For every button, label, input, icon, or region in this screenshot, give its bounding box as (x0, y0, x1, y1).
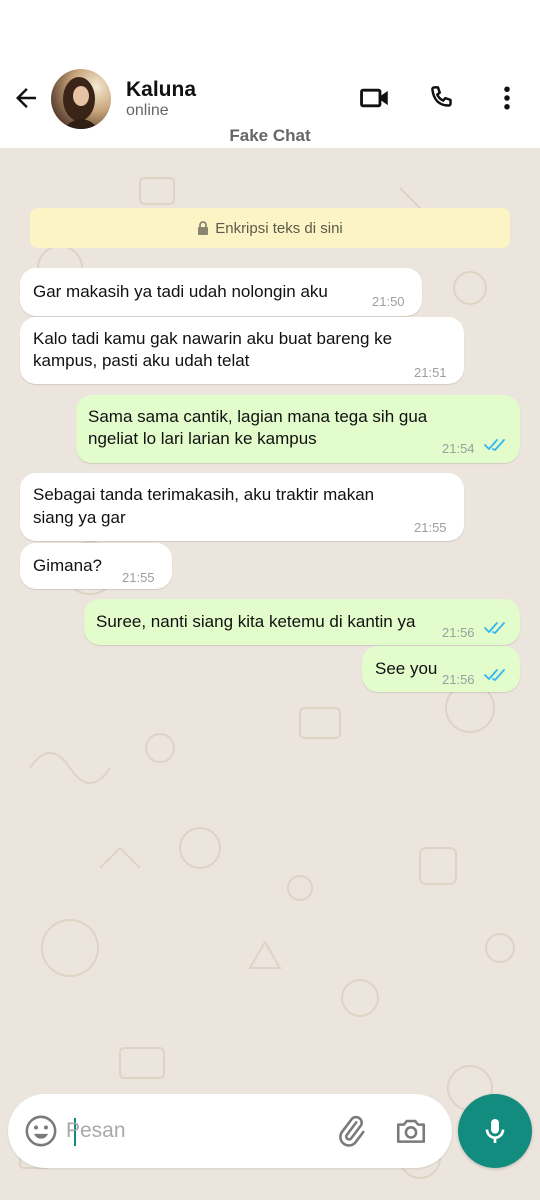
status-bar-area (0, 0, 540, 68)
contact-status: online (126, 102, 169, 119)
message-bubble-incoming[interactable]: Gar makasih ya tadi udah nolongin aku 21… (20, 268, 422, 316)
avatar[interactable] (51, 69, 111, 129)
message-text-line2: kampus, pasti aku udah telat (33, 351, 250, 370)
message-time: 21:55 (414, 520, 447, 535)
message-bubble-incoming[interactable]: Kalo tadi kamu gak nawarin aku buat bare… (20, 317, 464, 384)
chat-header: Kaluna online Fake Chat (0, 68, 540, 148)
encryption-banner[interactable]: Enkripsi teks di sini (30, 208, 510, 248)
message-bubble-outgoing[interactable]: Suree, nanti siang kita ketemu di kantin… (84, 599, 520, 645)
message-input[interactable] (66, 1114, 326, 1148)
message-time: 21:51 (414, 365, 447, 380)
phone-icon[interactable] (423, 80, 459, 116)
video-call-icon[interactable] (357, 80, 393, 116)
camera-icon[interactable] (394, 1114, 430, 1150)
message-time: 21:55 (122, 570, 155, 585)
message-text-line1: Sama sama cantik, lagian mana tega sih g… (88, 407, 428, 426)
message-bubble-incoming[interactable]: Sebagai tanda terimakasih, aku traktir m… (20, 473, 464, 541)
chat-area[interactable]: Enkripsi teks di sini Gar makasih ya tad… (0, 148, 540, 1200)
message-bubble-outgoing[interactable]: Sama sama cantik, lagian mana tega sih g… (76, 395, 520, 463)
contact-name[interactable]: Kaluna (126, 78, 196, 102)
message-text: Gimana? (33, 556, 102, 575)
message-bubble-outgoing[interactable]: See you 21:56 (362, 646, 520, 692)
message-time: 21:56 (442, 625, 475, 640)
message-text-line1: Sebagai tanda terimakasih, aku traktir m… (33, 485, 375, 504)
attachment-icon[interactable] (334, 1114, 370, 1150)
encryption-text: Enkripsi teks di sini (215, 219, 343, 237)
message-time: 21:54 (442, 441, 475, 456)
message-time: 21:50 (372, 294, 405, 309)
message-text: Gar makasih ya tadi udah nolongin aku (33, 282, 328, 301)
message-text: Suree, nanti siang kita ketemu di kantin… (96, 612, 416, 631)
double-check-read-icon (484, 622, 505, 634)
message-text-line1: Kalo tadi kamu gak nawarin aku buat bare… (33, 329, 393, 348)
message-text: See you (375, 659, 438, 678)
double-check-read-icon (484, 669, 505, 681)
double-check-read-icon (484, 439, 505, 451)
emoji-icon[interactable] (24, 1114, 58, 1148)
app-label: Fake Chat (229, 126, 311, 145)
message-bubble-incoming[interactable]: Gimana? 21:55 (20, 543, 172, 589)
message-text-line2: ngeliat lo lari larian ke kampus (88, 429, 317, 448)
message-composer (8, 1094, 452, 1168)
message-time: 21:56 (442, 672, 475, 687)
back-arrow-icon[interactable] (8, 80, 44, 116)
lock-icon (198, 220, 209, 235)
message-text-line2: siang ya gar (33, 508, 126, 527)
microphone-icon[interactable] (458, 1094, 532, 1168)
more-vert-icon[interactable] (489, 80, 525, 116)
